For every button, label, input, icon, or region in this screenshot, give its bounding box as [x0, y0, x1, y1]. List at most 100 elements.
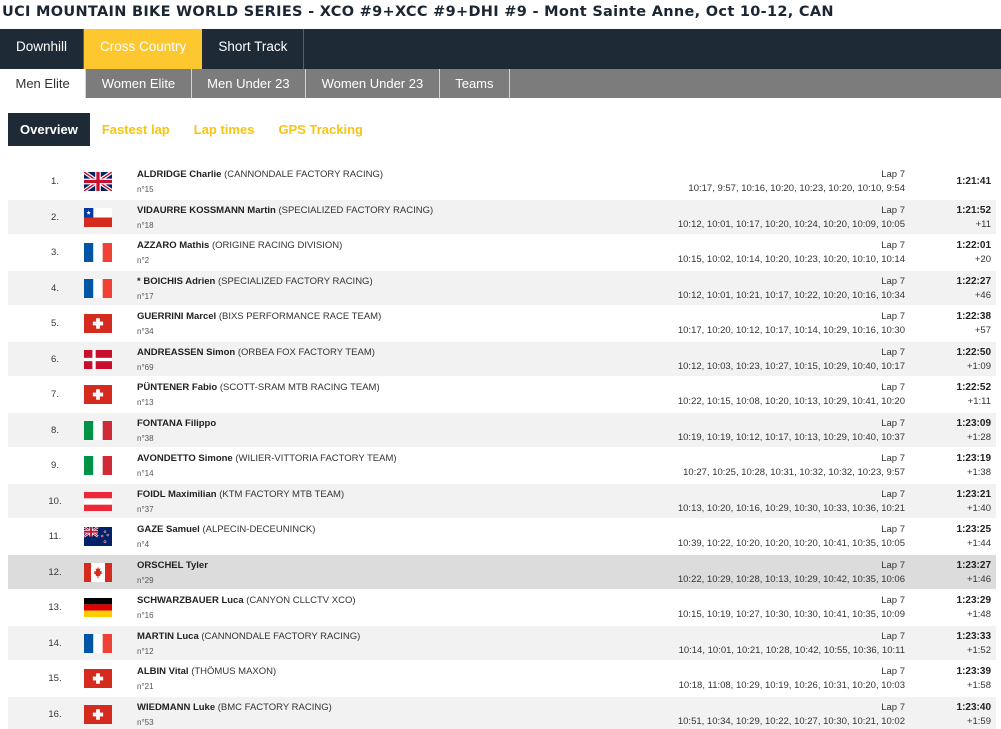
lap-count: Lap 7: [881, 417, 905, 429]
rider-name: ALDRIDGE Charlie: [137, 169, 222, 180]
lap-times: 10:19, 10:19, 10:12, 10:17, 10:13, 10:29…: [677, 431, 905, 443]
team-name: (KTM FACTORY MTB TEAM): [219, 488, 345, 500]
result-row[interactable]: 8. FONTANA Filippo n°38 Lap 7 10:19, 10:19,…: [8, 412, 996, 448]
team-name: (ORIGINE RACING DIVISION): [211, 240, 343, 251]
tab-overview[interactable]: Overview: [8, 113, 90, 146]
lap-times: 10:12, 10:03, 10:23, 10:27, 10:15, 10:29…: [677, 360, 905, 372]
tab-gps-tracking[interactable]: GPS Tracking: [266, 113, 375, 146]
team-name: (SCOTT-SRAM MTB RACING TEAM): [219, 382, 380, 393]
tab-teams[interactable]: Teams: [440, 69, 511, 98]
tab-lap-times[interactable]: Lap times: [182, 113, 267, 146]
rider: ANDREASSEN Simon (ORBEA FOX FACTORY TEAM…: [137, 347, 375, 358]
team-name: (SPECIALIZED FACTORY RACING): [217, 275, 373, 287]
tab-men-elite[interactable]: Men Elite: [0, 69, 87, 98]
result-row[interactable]: 6. ANDREASSEN Simon (ORBEA FOX FACTORY TE…: [8, 341, 996, 377]
lap-times: 10:15, 10:19, 10:27, 10:30, 10:30, 10:41…: [677, 609, 905, 620]
fra-flag-icon: [84, 278, 112, 298]
rank: 2.: [51, 211, 59, 223]
den-flag-icon: [84, 349, 112, 369]
rank: 9.: [51, 460, 59, 471]
view-tabs: Overview Fastest lap Lap times GPS Track…: [8, 113, 375, 146]
bib-number: n°16: [137, 611, 154, 620]
lap-count: Lap 7: [881, 524, 905, 535]
rider-name: ALBIN Vital: [137, 666, 189, 677]
rider: PÜNTENER Fabio (SCOTT-SRAM MTB RACING TE…: [137, 382, 380, 393]
lap-times: 10:13, 10:20, 10:16, 10:29, 10:30, 10:33…: [677, 502, 905, 514]
tab-fastest-lap[interactable]: Fastest lap: [90, 113, 182, 146]
rank: 3.: [51, 247, 59, 258]
ita-flag-icon: [84, 420, 112, 440]
bib-number: n°18: [137, 220, 154, 230]
bib-number: n°21: [137, 682, 154, 691]
tab-women-elite[interactable]: Women Elite: [86, 69, 192, 98]
bib-number: n°12: [137, 646, 154, 656]
result-row[interactable]: 15. ALBIN Vital (THÖMUS MAXON) n°21 Lap 7 10…: [8, 661, 996, 697]
rider-name: GUERRINI Marcel: [137, 311, 217, 322]
can-flag-icon: [84, 562, 112, 582]
lap-times: 10:15, 10:02, 10:14, 10:20, 10:23, 10:20…: [677, 254, 905, 265]
time-gap: +1:11: [967, 396, 991, 407]
tab-men-under-23[interactable]: Men Under 23: [192, 69, 307, 98]
bib-number: n°69: [137, 362, 154, 372]
chi-flag-icon: [84, 207, 112, 227]
result-row[interactable]: 16. WIEDMANN Luke (BMC FACTORY RACING) n°5…: [8, 696, 996, 729]
result-row[interactable]: 7. PÜNTENER Fabio (SCOTT-SRAM MTB RACING …: [8, 377, 996, 413]
time-gap: +1:44: [966, 538, 991, 549]
result-row[interactable]: 3. AZZARO Mathis (ORIGINE RACING DIVISION…: [8, 235, 996, 271]
total-time: 1:23:25: [956, 524, 991, 535]
sui-flag-icon: [84, 314, 112, 333]
time-gap: +1:59: [966, 715, 991, 727]
rank: 5.: [51, 318, 59, 329]
rank: 4.: [51, 282, 59, 294]
team-name: (WILIER-VITTORIA FACTORY TEAM): [235, 453, 397, 464]
rank: 16.: [48, 708, 62, 720]
result-row[interactable]: 9. AVONDETTO Simone (WILIER-VITTORIA FACT…: [8, 448, 996, 484]
bib-number: n°13: [137, 398, 154, 407]
time-gap: +1:52: [966, 644, 991, 656]
total-time: 1:23:19: [956, 453, 991, 464]
tab-women-under-23[interactable]: Women Under 23: [306, 69, 440, 98]
bib-number: n°15: [137, 185, 154, 194]
result-row[interactable]: 2. VIDAURRE KOSSMANN Martin (SPECIALIZED …: [8, 199, 996, 235]
result-row[interactable]: 11. GAZE Samuel (ALPECIN-DECEUNINCK) n°4 La…: [8, 519, 996, 555]
team-name: (SPECIALIZED FACTORY RACING): [278, 204, 434, 216]
lap-count: Lap 7: [881, 311, 905, 322]
lap-count: Lap 7: [881, 666, 905, 677]
lap-times: 10:39, 10:22, 10:20, 10:20, 10:20, 10:41…: [677, 538, 905, 549]
rider: FOIDL Maximilian (KTM FACTORY MTB TEAM): [137, 489, 344, 500]
lap-count: Lap 7: [881, 559, 905, 571]
rank: 14.: [48, 637, 62, 649]
result-row[interactable]: 1. ALDRIDGE Charlie (CANNONDALE FACTORY R…: [8, 164, 996, 200]
rider-name: SCHWARZBAUER Luca: [137, 595, 244, 606]
tab-cross-country[interactable]: Cross Country: [84, 29, 203, 69]
result-row[interactable]: 14. MARTIN Luca (CANNONDALE FACTORY RACIN…: [8, 625, 996, 661]
rider: VIDAURRE KOSSMANN Martin (SPECIALIZED FA…: [137, 205, 433, 216]
result-row[interactable]: 4. * BOICHIS Adrien (SPECIALIZED FACTORY …: [8, 270, 996, 306]
tab-short-track[interactable]: Short Track: [202, 29, 305, 69]
team-name: (BIXS PERFORMANCE RACE TEAM): [218, 311, 382, 322]
total-time: 1:23:21: [956, 488, 991, 500]
rank: 1.: [51, 176, 59, 187]
result-row[interactable]: 5. GUERRINI Marcel (BIXS PERFORMANCE RACE…: [8, 306, 996, 342]
bib-number: n°4: [137, 540, 150, 549]
time-gap: +46: [974, 289, 991, 301]
result-row[interactable]: 10. FOIDL Maximilian (KTM FACTORY MTB TEA…: [8, 483, 996, 519]
total-time: 1:23:09: [956, 417, 991, 429]
category-tabs: Men Elite Women Elite Men Under 23 Women…: [0, 69, 1001, 98]
lap-count: Lap 7: [881, 630, 905, 642]
team-name: (CANYON CLLCTV XCO): [246, 595, 356, 606]
rank: 13.: [48, 602, 62, 613]
total-time: 1:23:40: [956, 701, 991, 713]
bib-number: n°34: [137, 327, 154, 336]
rider: WIEDMANN Luke (BMC FACTORY RACING): [137, 702, 332, 713]
time-gap: +1:46: [966, 573, 991, 585]
aut-flag-icon: [84, 491, 112, 511]
tab-downhill[interactable]: Downhill: [0, 29, 85, 69]
result-row[interactable]: 13. SCHWARZBAUER Luca (CANYON CLLCTV XCO)…: [8, 590, 996, 626]
discipline-tabs: Downhill Cross Country Short Track: [0, 29, 1001, 69]
team-name: (THÖMUS MAXON): [191, 666, 277, 677]
nzl-flag-icon: [84, 527, 112, 546]
lap-count: Lap 7: [881, 204, 905, 216]
result-row[interactable]: 12. ORSCHEL Tyler n°29 Lap 7 10:22, 10:29, …: [8, 554, 996, 590]
rank: 8.: [51, 424, 59, 436]
